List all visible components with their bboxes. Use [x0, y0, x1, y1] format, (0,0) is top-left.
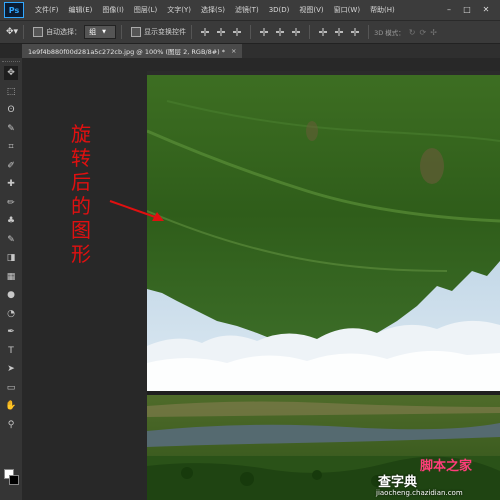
- align-left-icon[interactable]: [259, 27, 269, 37]
- chevron-down-icon: ▼: [102, 29, 106, 35]
- distribute-center-icon[interactable]: [334, 27, 344, 37]
- menu-select[interactable]: 选择(S): [196, 5, 230, 15]
- 3d-roll-icon[interactable]: ⟳: [419, 28, 426, 37]
- align-hcenter-icon[interactable]: [275, 27, 285, 37]
- tab-close-icon[interactable]: ×: [231, 47, 236, 55]
- history-brush-icon[interactable]: ✎: [4, 233, 18, 247]
- menu-3d[interactable]: 3D(D): [264, 6, 295, 14]
- maximize-icon[interactable]: □: [460, 2, 474, 16]
- separator: [250, 25, 252, 39]
- type-icon[interactable]: T: [4, 344, 18, 358]
- background-color-swatch[interactable]: [9, 475, 19, 485]
- annotation-text: 旋 转 后 的 图 形: [70, 122, 92, 266]
- minimize-icon[interactable]: –: [442, 2, 456, 16]
- separator: [191, 25, 193, 39]
- menu-file[interactable]: 文件(F): [30, 5, 64, 15]
- auto-select-dropdown[interactable]: 组 ▼: [84, 25, 117, 39]
- hand-icon[interactable]: ✋: [4, 399, 18, 413]
- move-icon[interactable]: ✥: [4, 66, 18, 80]
- menu-help[interactable]: 帮助(H): [365, 5, 400, 15]
- move-tool-preset-icon[interactable]: ✥▾: [6, 27, 18, 37]
- path-select-icon[interactable]: ➤: [4, 362, 18, 376]
- align-top-icon[interactable]: [200, 27, 210, 37]
- eyedropper-icon[interactable]: ✐: [4, 159, 18, 173]
- menu-bar: Ps 文件(F) 编辑(E) 图像(I) 图层(L) 文字(Y) 选择(S) 滤…: [0, 0, 500, 21]
- separator: [23, 25, 25, 39]
- separator: [309, 25, 311, 39]
- auto-select-label: 自动选择：: [46, 28, 82, 36]
- align-right-icon[interactable]: [291, 27, 301, 37]
- options-bar: ✥▾ 自动选择： 组 ▼ 显示变换控件 3D 模式： ↻ ⟳ ✢: [0, 21, 500, 44]
- auto-select-value: 组: [89, 28, 97, 36]
- crop-icon[interactable]: ⌗: [4, 140, 18, 154]
- zoom-icon[interactable]: ⚲: [4, 418, 18, 432]
- annotation-char: 转: [71, 146, 91, 170]
- distribute-bottom-icon[interactable]: [350, 27, 360, 37]
- lasso-icon[interactable]: ʘ: [4, 103, 18, 117]
- watermark-url: jiaocheng.chazidian.com: [376, 489, 463, 497]
- menu-edit[interactable]: 编辑(E): [64, 5, 98, 15]
- menu-type[interactable]: 文字(Y): [162, 5, 196, 15]
- healing-icon[interactable]: ✚: [4, 177, 18, 191]
- blur-icon[interactable]: ●: [4, 288, 18, 302]
- watermark-main: 查字典: [378, 475, 418, 490]
- close-icon[interactable]: ✕: [479, 2, 493, 16]
- watermark: 脚本之家 查字典 jiaocheng.chazidian.com: [368, 445, 500, 500]
- show-transform-checkbox[interactable]: [131, 27, 142, 37]
- marquee-icon[interactable]: ⬚: [4, 85, 18, 99]
- show-transform-label: 显示变换控件: [144, 28, 187, 36]
- eraser-icon[interactable]: ◨: [4, 251, 18, 265]
- toolbox-grip[interactable]: [2, 61, 20, 65]
- separator: [121, 25, 123, 39]
- annotation-arrow-icon: [109, 200, 164, 221]
- annotation-char: 形: [71, 242, 91, 266]
- align-bottom-icon[interactable]: [232, 27, 242, 37]
- annotation-char: 的: [71, 194, 91, 218]
- distribute-top-icon[interactable]: [318, 27, 328, 37]
- document-tab[interactable]: 1e9f4b880f00d281a5c272cb.jpg @ 100% (图层 …: [22, 44, 243, 58]
- menu-filter[interactable]: 滤镜(T): [230, 5, 264, 15]
- menu-view[interactable]: 视图(V): [294, 5, 328, 15]
- canvas-workspace: [22, 58, 500, 500]
- dodge-icon[interactable]: ◔: [4, 307, 18, 321]
- shape-icon[interactable]: ▭: [4, 381, 18, 395]
- gradient-icon[interactable]: ▦: [4, 270, 18, 284]
- pen-icon[interactable]: ✒: [4, 325, 18, 339]
- document-tab-title: 1e9f4b880f00d281a5c272cb.jpg @ 100% (图层 …: [28, 48, 226, 56]
- menu-window[interactable]: 窗口(W): [329, 5, 365, 15]
- stamp-icon[interactable]: ♣: [4, 214, 18, 228]
- 3d-pan-icon[interactable]: ✢: [430, 28, 437, 37]
- quick-select-icon[interactable]: ✎: [4, 122, 18, 136]
- watermark-logo: 脚本之家: [420, 459, 473, 474]
- 3d-mode-label: 3D 模式：: [374, 29, 405, 37]
- menu-layer[interactable]: 图层(L): [129, 5, 162, 15]
- separator: [368, 25, 370, 39]
- photoshop-logo: Ps: [4, 2, 24, 18]
- brush-icon[interactable]: ✏: [4, 196, 18, 210]
- tab-bar: 1e9f4b880f00d281a5c272cb.jpg @ 100% (图层 …: [22, 44, 500, 59]
- annotation-char: 后: [71, 170, 91, 194]
- menu-image[interactable]: 图像(I): [97, 5, 129, 15]
- toolbox: ✥ ⬚ ʘ ✎ ⌗ ✐ ✚ ✏ ♣ ✎ ◨ ▦ ● ◔ ✒ T ➤ ▭ ✋ ⚲: [0, 58, 23, 500]
- annotation-char: 图: [71, 218, 91, 242]
- align-vcenter-icon[interactable]: [216, 27, 226, 37]
- document-canvas[interactable]: [147, 71, 500, 500]
- annotation-char: 旋: [71, 122, 91, 146]
- auto-select-checkbox[interactable]: [33, 27, 44, 37]
- 3d-rotate-icon[interactable]: ↻: [409, 28, 416, 37]
- rotated-landscape-image: [147, 71, 500, 500]
